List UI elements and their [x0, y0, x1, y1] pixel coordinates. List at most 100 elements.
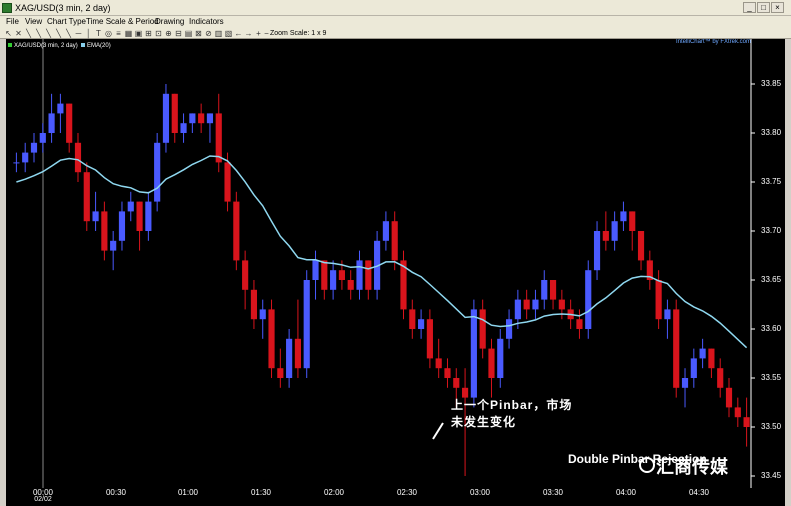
hline-icon[interactable]: ─	[74, 29, 83, 38]
cross-icon[interactable]: ✕	[14, 29, 23, 38]
menu-indicators[interactable]: Indicators	[189, 16, 224, 28]
tool-f-icon[interactable]: ▤	[184, 29, 193, 38]
minimize-button[interactable]: _	[743, 2, 756, 13]
candle-body	[145, 201, 152, 231]
x-axis: 00:00 00:30 01:00 01:30 02:00 02:30 03:00 03:30…	[6, 488, 785, 506]
x-tick-label: 04:30	[688, 488, 710, 497]
close-button[interactable]: ×	[771, 2, 784, 13]
annotation-line-1: 上一个Pinbar，市场	[451, 398, 573, 412]
candle-body	[92, 211, 99, 222]
y-tick-label: 33.45	[761, 471, 782, 480]
candle-body	[505, 319, 513, 339]
candle-body	[57, 103, 64, 114]
x-tick-label: 04:00	[615, 488, 637, 497]
menu-view[interactable]: View	[25, 16, 42, 28]
x-tick-label: 03:00	[469, 488, 491, 497]
tool-h-icon[interactable]: ⊘	[204, 29, 213, 38]
tool-g-icon[interactable]: ⊠	[194, 29, 203, 38]
menu-bar: File View Chart Type Time Scale & Period…	[0, 16, 791, 28]
x-tick-label: 02:30	[396, 488, 418, 497]
candle-body	[664, 309, 671, 320]
candle-body	[83, 172, 90, 222]
candle-body	[541, 280, 548, 300]
candle-body	[479, 309, 486, 349]
tool-c-icon[interactable]: ⊡	[154, 29, 163, 38]
tool-d-icon[interactable]: ⊕	[164, 29, 173, 38]
scroll-left-icon[interactable]: ←	[234, 29, 243, 38]
y-tick-label: 33.85	[761, 79, 782, 88]
candle-body	[338, 270, 345, 280]
maximize-button[interactable]: □	[757, 2, 770, 13]
candle-body	[576, 319, 583, 329]
line-icon[interactable]: ╲	[24, 29, 33, 38]
candle-body	[198, 113, 205, 124]
x-tick-label: 01:00	[177, 488, 199, 497]
app-icon	[2, 3, 12, 13]
x-tick-label: 03:30	[542, 488, 564, 497]
y-tick-label: 33.70	[761, 226, 782, 235]
watermark-logo-icon	[639, 457, 655, 473]
candle-body	[294, 338, 302, 369]
candle-body	[681, 378, 689, 388]
candle-body	[110, 240, 117, 251]
scroll-right-icon[interactable]: →	[244, 29, 253, 38]
candle-body	[66, 103, 73, 143]
brand-link[interactable]: IntelliChart™ by FXtrek.com	[676, 39, 751, 45]
candle-body	[585, 270, 592, 329]
vline-icon[interactable]: │	[84, 29, 93, 38]
price-chart[interactable]: XAG/USD(3 min, 2 day) EMA(20) IntelliCha…	[6, 39, 785, 488]
legend-swatch-ema	[81, 43, 86, 48]
candle-body	[30, 142, 38, 153]
line4-icon[interactable]: ╲	[54, 29, 63, 38]
line5-icon[interactable]: ╲	[64, 29, 73, 38]
candle-body	[734, 407, 741, 418]
menu-drawing[interactable]: Drawing	[155, 16, 184, 28]
menu-chart-type[interactable]: Chart Type	[47, 16, 86, 28]
tool-i-icon[interactable]: ▥	[214, 29, 223, 38]
menu-time-scale[interactable]: Time Scale & Period	[86, 16, 159, 28]
candle-body	[286, 338, 293, 378]
tool-j-icon[interactable]: ▧	[224, 29, 233, 38]
x-tick-label: 00:30	[105, 488, 127, 497]
text-icon[interactable]: T	[94, 29, 103, 38]
annotation-line-2: 未发生变化	[451, 415, 517, 429]
candle-body	[637, 231, 645, 261]
y-tick-label: 33.65	[761, 275, 782, 284]
candle-body	[224, 162, 231, 202]
candle-body	[435, 358, 442, 369]
y-tick-label: 33.60	[761, 324, 782, 333]
candle-body	[189, 113, 196, 124]
watermark-text: 汇商传媒	[656, 457, 728, 477]
candle-body	[593, 231, 601, 271]
pinbar-annotation: 上一个Pinbar，市场 未发生变化	[451, 397, 572, 431]
fib-icon[interactable]: ≡	[114, 29, 123, 38]
candle-body	[453, 378, 460, 388]
candle-body	[215, 113, 222, 163]
candle-body	[699, 348, 706, 359]
candle-body	[48, 113, 55, 133]
y-tick-label: 33.80	[761, 128, 782, 137]
candle-body	[488, 348, 495, 378]
candle-body	[391, 221, 398, 261]
candle-body	[162, 93, 170, 143]
y-tick-label: 33.75	[761, 177, 782, 186]
candle-body	[233, 201, 240, 261]
candle-body	[321, 260, 328, 290]
candle-body	[409, 309, 416, 329]
candle-body	[470, 309, 477, 398]
tool-e-icon[interactable]: ⊟	[174, 29, 183, 38]
candle-body	[708, 348, 715, 369]
candle-body	[611, 221, 618, 241]
tool-b-icon[interactable]: ⊞	[144, 29, 153, 38]
menu-file[interactable]: File	[6, 16, 19, 28]
line3-icon[interactable]: ╲	[44, 29, 53, 38]
chart-legend: XAG/USD(3 min, 2 day) EMA(20)	[8, 43, 111, 49]
ema-line	[16, 155, 748, 349]
select-arrow-icon[interactable]: ↖	[4, 29, 13, 38]
candle-body	[523, 299, 530, 310]
grid-icon[interactable]: ▦	[124, 29, 133, 38]
candle-body	[206, 113, 214, 124]
line2-icon[interactable]: ╲	[34, 29, 43, 38]
tool-a-icon[interactable]: ▣	[134, 29, 143, 38]
circle-icon[interactable]: ◎	[104, 29, 113, 38]
